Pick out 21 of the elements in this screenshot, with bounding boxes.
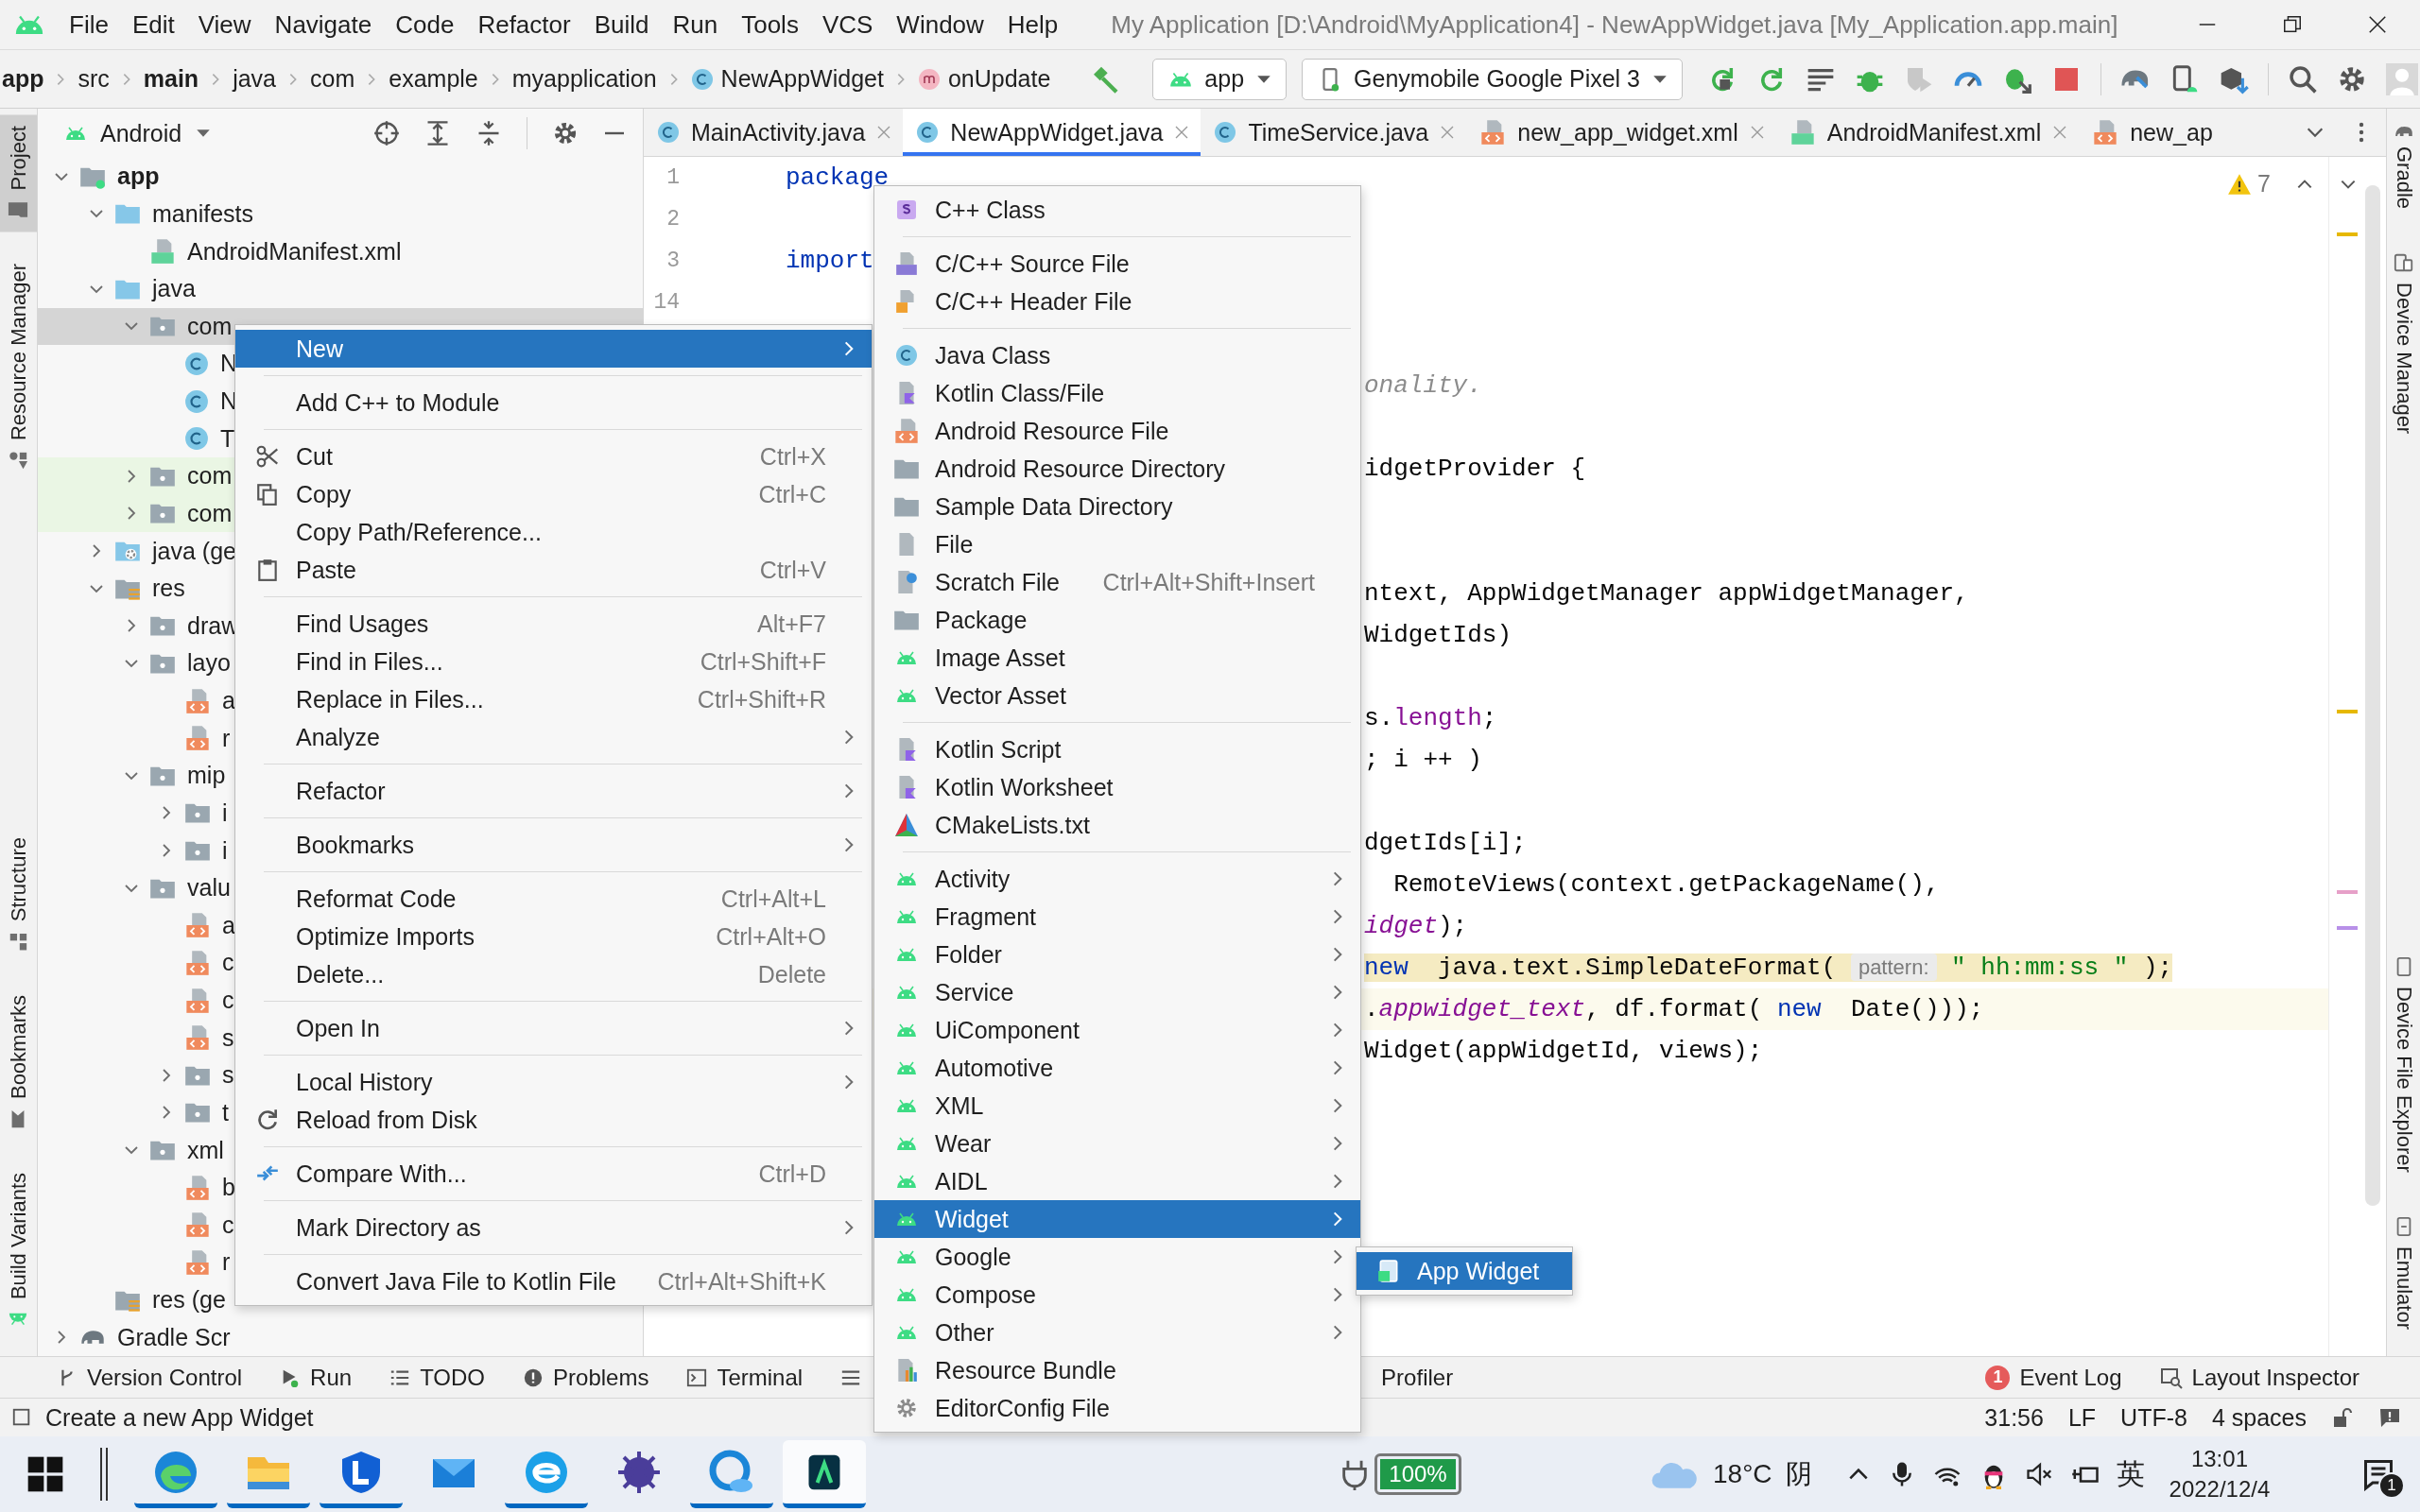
code-line: ntext, AppWidgetManager appWidgetManager, xyxy=(1364,579,1969,608)
line-number: 14 xyxy=(652,290,680,315)
code-line: WidgetIds) xyxy=(1364,621,1512,649)
notification-count: 1 xyxy=(2378,1472,2405,1499)
code-line: idgetProvider { xyxy=(1364,455,1586,483)
code-line: import xyxy=(786,247,874,275)
code-line: s.length; xyxy=(1364,704,1497,732)
code-line: ; i ++ ) xyxy=(1364,746,1482,774)
code-line: .appwidget_text, df.format( new Date())); xyxy=(1364,995,1984,1023)
line-number: 2 xyxy=(666,207,680,232)
line-number: 1 xyxy=(666,165,680,190)
code-line: RemoteViews(context.getPackageName(), xyxy=(1392,870,1940,899)
code-line: Widget(appWidgetId, views); xyxy=(1364,1037,1763,1065)
status-message: Create a new App Widget xyxy=(45,1403,314,1432)
count-badge: 1 xyxy=(1985,1365,2011,1390)
code-line: onality. xyxy=(1364,371,1482,400)
code-line: dgetIds[i]; xyxy=(1364,829,1527,857)
code-line: idget); xyxy=(1364,912,1468,940)
line-number: 3 xyxy=(666,249,680,273)
code-line: package xyxy=(786,163,890,192)
window-title: My Application [D:\Android\MyApplication4] - NewAppWidget.java [My_Application.app.main] xyxy=(1111,9,2118,40)
